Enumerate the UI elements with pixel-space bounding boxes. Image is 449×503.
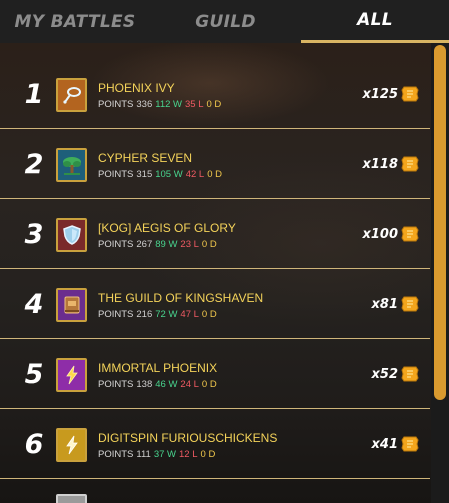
reward-amount: x41 — [371, 436, 398, 452]
guild-stats: POINTS 315 105 W 42 L0 D — [98, 169, 225, 180]
points-value: 336 — [136, 99, 153, 110]
merit-token-icon — [401, 436, 419, 452]
points-value: 315 — [136, 169, 153, 180]
guild-stats: POINTS 138 46 W 24 L0 D — [98, 379, 220, 390]
guild-crest — [56, 148, 87, 182]
guild-name: [KOG] AEGIS OF GLORY — [98, 221, 236, 235]
shield-icon — [62, 225, 81, 245]
reward-amount: x125 — [362, 86, 398, 102]
guild-crest — [56, 494, 87, 503]
merit-token-icon — [401, 156, 419, 172]
rank-number: 5 — [24, 358, 44, 390]
lasso-icon — [62, 87, 81, 104]
guild-stats: POINTS 336 112 W 35 L0 D — [98, 99, 224, 110]
points-label: POINTS — [98, 99, 134, 110]
losses-value: 35 L — [185, 99, 204, 110]
wins-value: 105 W — [155, 169, 183, 180]
guild-stats: POINTS 267 89 W 23 L0 D — [98, 239, 220, 250]
scrollbar[interactable] — [431, 43, 449, 503]
losses-value: 12 L — [179, 449, 198, 460]
guild-crest — [56, 428, 87, 462]
guild-crest — [56, 288, 87, 322]
wins-value: 46 W — [155, 379, 178, 390]
rank-number: 6 — [24, 428, 44, 460]
reward-amount: x100 — [362, 226, 398, 242]
tab-all[interactable]: ALL — [301, 0, 449, 43]
leaderboard-row[interactable]: 1 PHOENIX IVY POINTS 336 112 W 35 L0 D x125 — [0, 59, 430, 129]
points-label: POINTS — [98, 169, 134, 180]
merit-token-icon — [401, 226, 419, 242]
points-value: 216 — [136, 309, 153, 320]
guild-name: THE GUILD OF KINGSHAVEN — [98, 291, 264, 305]
points-label: POINTS — [98, 379, 134, 390]
draws-value: 0 D — [207, 169, 222, 180]
reward-amount: x81 — [371, 296, 398, 312]
points-value: 111 — [136, 449, 151, 460]
losses-value: 23 L — [180, 239, 199, 250]
guild-stats: POINTS 111 37 W 12 L0 D — [98, 449, 218, 460]
guild-name: DIGITSPIN FURIOUSCHICKENS — [98, 431, 278, 445]
tree-icon — [62, 157, 81, 175]
merit-token-icon — [401, 366, 419, 382]
lightning-icon — [65, 435, 78, 455]
guild-crest — [56, 358, 87, 392]
guild-name: CYPHER SEVEN — [98, 151, 193, 165]
rank-number: 3 — [24, 218, 44, 250]
reward-amount: x52 — [371, 366, 398, 382]
tab-guild[interactable]: GUILD — [150, 0, 301, 43]
draws-value: 0 D — [200, 449, 216, 460]
scrollbar-thumb[interactable] — [434, 45, 446, 400]
guild-stats: POINTS 216 72 W 47 L0 D — [98, 309, 220, 320]
rank-number: 4 — [24, 288, 44, 320]
book-icon — [64, 296, 79, 314]
merit-token-icon — [401, 296, 419, 312]
points-label: POINTS — [98, 309, 134, 320]
wins-value: 89 W — [155, 239, 178, 250]
rank-number: 2 — [24, 148, 44, 180]
guild-crest — [56, 78, 87, 112]
reward-amount: x118 — [362, 156, 398, 172]
points-value: 267 — [136, 239, 153, 250]
losses-value: 47 L — [180, 309, 199, 320]
leaderboard-row[interactable]: 6 DIGITSPIN FURIOUSCHICKENS POINTS 111 37 … — [0, 409, 430, 479]
points-label: POINTS — [98, 239, 134, 250]
draws-value: 0 D — [206, 99, 222, 110]
rank-number: 1 — [24, 78, 44, 110]
guild-name: IMMORTAL PHOENIX — [98, 361, 218, 375]
leaderboard-row[interactable]: 4 THE GUILD OF KINGSHAVEN POINTS 216 72 W4… — [0, 269, 430, 339]
points-value: 138 — [136, 379, 153, 390]
leaderboard-row[interactable]: 2 CYPHER SEVEN POINTS 315 105 W 42 L0 D x11… — [0, 129, 430, 199]
losses-value: 24 L — [180, 379, 199, 390]
tab-my-battles[interactable]: MY BATTLES — [0, 0, 150, 43]
draws-value: 0 D — [201, 309, 217, 320]
lightning-icon — [65, 365, 78, 385]
leaderboard-tabs: MY BATTLES GUILD ALL — [0, 0, 449, 43]
leaderboard-row[interactable]: 5 IMMORTAL PHOENIX POINTS 138 46 W 24 L0 D … — [0, 339, 430, 409]
points-label: POINTS — [98, 449, 134, 460]
merit-token-icon — [401, 86, 419, 102]
wins-value: 112 W — [155, 99, 182, 110]
guild-name: PHOENIX IVY — [98, 81, 175, 95]
leaderboard-row[interactable]: 3 [KOG] AEGIS OF GLORY POINTS 267 89 W 23 L… — [0, 199, 430, 269]
leaderboard-list: 1 PHOENIX IVY POINTS 336 112 W 35 L0 D x125… — [0, 43, 449, 503]
draws-value: 0 D — [201, 239, 217, 250]
guild-crest — [56, 218, 87, 252]
wins-value: 37 W — [153, 449, 177, 460]
draws-value: 0 D — [201, 379, 217, 390]
wins-value: 72 W — [155, 309, 178, 320]
losses-value: 42 L — [185, 169, 205, 180]
